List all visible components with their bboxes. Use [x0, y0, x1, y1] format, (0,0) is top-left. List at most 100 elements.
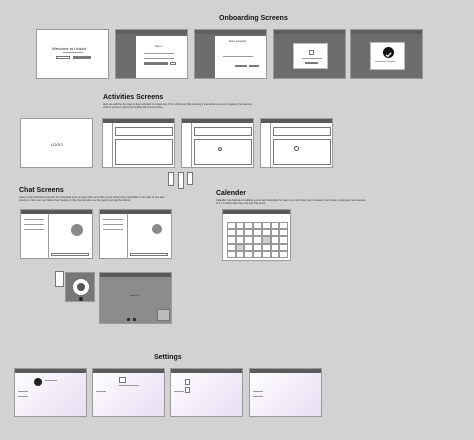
settings-item[interactable] — [253, 391, 263, 392]
titlebar — [274, 30, 345, 34]
chat-call-card[interactable] — [65, 272, 95, 302]
settings-frame-profile[interactable] — [14, 368, 87, 417]
calender-day-cell[interactable] — [270, 222, 280, 230]
calender-day-cell[interactable] — [279, 250, 288, 258]
chat-frame-video-call[interactable]: Video Call — [99, 272, 172, 324]
sign-in-email-field[interactable] — [144, 53, 174, 54]
avatar — [152, 224, 162, 234]
reset-submit-button[interactable] — [235, 65, 247, 67]
calender-frame[interactable] — [222, 209, 291, 261]
onboarding-frame-sign-in[interactable]: Sign In — [115, 29, 188, 79]
onboarding-frame-verification[interactable]: Verification Complete — [350, 29, 423, 79]
calender-day-cell[interactable] — [261, 229, 271, 237]
chat-list-item[interactable] — [103, 229, 123, 230]
calender-day-cell[interactable] — [279, 222, 288, 230]
settings-field[interactable] — [119, 377, 126, 383]
calender-day-cell[interactable] — [235, 222, 245, 230]
calender-day-cell[interactable] — [253, 243, 262, 251]
settings-frame-privacy[interactable] — [249, 368, 322, 417]
activities-frame-logo[interactable]: LOGO — [20, 118, 93, 168]
calender-day-cell[interactable] — [235, 243, 245, 251]
settings-item[interactable] — [253, 396, 263, 397]
calender-day-cell[interactable] — [227, 222, 236, 230]
camera-button[interactable] — [133, 318, 136, 321]
calender-day-cell[interactable] — [227, 236, 236, 244]
welcome-sign-in-button[interactable] — [56, 56, 70, 59]
activities-frame-feed[interactable] — [102, 118, 175, 168]
calender-day-cell[interactable] — [261, 243, 271, 251]
calender-day-cell[interactable] — [253, 229, 262, 237]
calender-day-cell[interactable] — [279, 236, 288, 244]
settings-toggle[interactable] — [185, 379, 190, 385]
settings-frame-account[interactable] — [92, 368, 165, 417]
activities-frame-feed-3[interactable] — [260, 118, 333, 168]
chat-frame-conversation[interactable] — [99, 209, 172, 259]
chat-list-item[interactable] — [103, 219, 123, 220]
calender-day-cell[interactable] — [261, 222, 271, 230]
calender-day-cell[interactable] — [244, 250, 254, 258]
modal-ok-button[interactable] — [305, 62, 318, 64]
sign-in-secondary-button[interactable] — [170, 62, 176, 65]
calender-day-cell[interactable] — [235, 236, 245, 244]
titlebar — [100, 210, 171, 214]
calender-day-cell[interactable] — [279, 243, 288, 251]
sign-in-password-field[interactable] — [144, 58, 174, 59]
like-icon[interactable] — [218, 147, 222, 151]
calender-day-cell[interactable] — [261, 236, 271, 244]
reset-field[interactable] — [223, 56, 253, 57]
calender-day-cell[interactable] — [244, 243, 254, 251]
settings-frame-notifications[interactable] — [170, 368, 243, 417]
chat-list-divider — [48, 214, 49, 258]
calender-day-cell[interactable] — [227, 243, 236, 251]
chat-list-item[interactable] — [24, 219, 44, 220]
calender-day-cell[interactable] — [253, 236, 262, 244]
chat-list-item[interactable] — [24, 224, 44, 225]
feed-post-card — [194, 139, 252, 165]
chat-message-input[interactable] — [51, 253, 89, 256]
calender-day-cell[interactable] — [244, 222, 254, 230]
section-title-activities: Activities Screens — [103, 94, 164, 101]
feed-post-input[interactable] — [115, 127, 173, 136]
chat-list-item[interactable] — [103, 224, 123, 225]
calender-day-cell[interactable] — [270, 250, 280, 258]
feed-post-input[interactable] — [273, 127, 331, 136]
calender-description: Calender has features of adding events a… — [216, 199, 366, 206]
calender-day-cell[interactable] — [253, 250, 262, 258]
activities-frame-feed-2[interactable] — [181, 118, 254, 168]
settings-item[interactable] — [96, 391, 106, 392]
calender-day-cell[interactable] — [270, 229, 280, 237]
calender-day-cell[interactable] — [279, 229, 288, 237]
calender-day-cell[interactable] — [227, 229, 236, 237]
settings-toggle[interactable] — [185, 387, 190, 393]
end-call-icon[interactable] — [79, 297, 83, 301]
activities-description: Here we add the fun (day to day) activit… — [103, 103, 252, 110]
welcome-sign-up-button[interactable] — [73, 56, 91, 59]
feed-post-card — [115, 139, 173, 165]
chat-message-input[interactable] — [130, 253, 168, 256]
calender-day-cell[interactable] — [227, 250, 236, 258]
calender-day-cell[interactable] — [235, 229, 245, 237]
onboarding-frame-modal[interactable] — [273, 29, 346, 79]
calender-day-cell[interactable] — [270, 243, 280, 251]
onboarding-frame-welcome[interactable]: Welcome to Linked — [36, 29, 109, 79]
settings-item[interactable] — [18, 396, 28, 397]
sign-in-button[interactable] — [144, 62, 168, 65]
sign-in-card: Sign In — [136, 36, 187, 78]
mute-button[interactable] — [127, 318, 130, 321]
calender-day-cell[interactable] — [261, 250, 271, 258]
chat-call-thumbnail — [55, 271, 64, 287]
feed-post-input[interactable] — [194, 127, 252, 136]
reset-cancel-button[interactable] — [249, 65, 259, 67]
calender-day-cell[interactable] — [270, 236, 280, 244]
onboarding-frame-reset-password[interactable]: Reset password — [194, 29, 267, 79]
calender-day-cell[interactable] — [244, 236, 254, 244]
avatar — [71, 224, 83, 236]
settings-item[interactable] — [18, 391, 28, 392]
comment-icon[interactable] — [294, 146, 299, 151]
chat-frame-inbox[interactable] — [20, 209, 93, 259]
calender-day-cell[interactable] — [253, 222, 262, 230]
chat-list-item[interactable] — [24, 229, 44, 230]
calender-day-cell[interactable] — [244, 229, 254, 237]
calender-day-cell[interactable] — [235, 250, 245, 258]
settings-item[interactable] — [174, 391, 184, 392]
